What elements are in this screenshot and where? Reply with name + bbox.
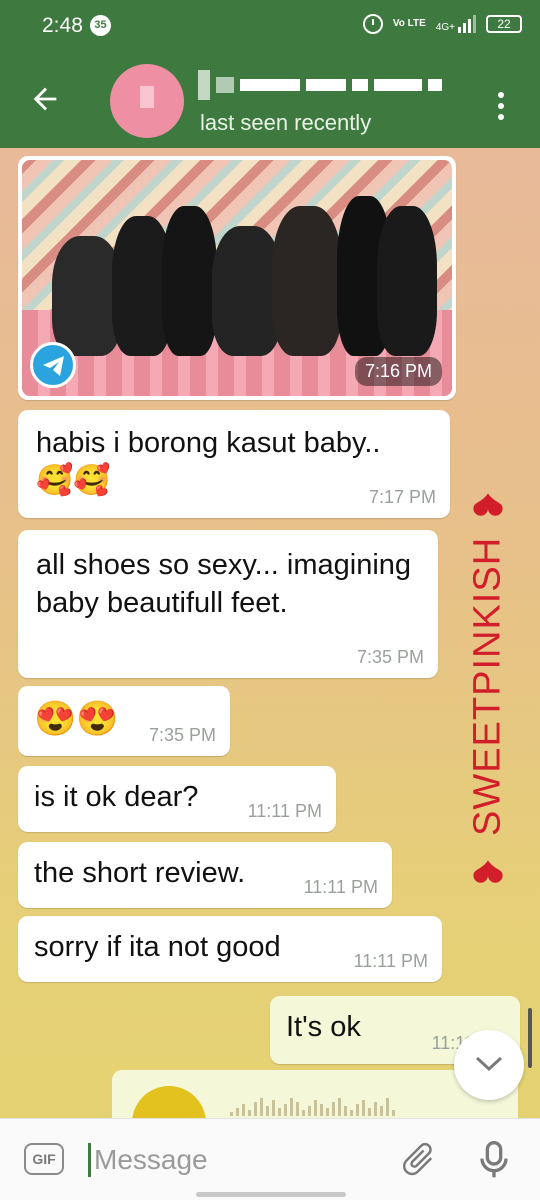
back-arrow-icon[interactable] — [28, 82, 62, 116]
gif-button[interactable]: GIF — [24, 1143, 64, 1175]
contact-avatar[interactable] — [110, 64, 184, 138]
message-bubble[interactable]: the short review. 11:11 PM — [18, 842, 392, 908]
chat-header: last seen recently — [0, 52, 540, 148]
message-time: 7:35 PM — [148, 725, 216, 745]
shoe — [377, 206, 437, 356]
message-time: 11:11 PM — [303, 877, 378, 897]
network-indicator: 4G+ — [436, 15, 476, 33]
message-text: all shoes so sexy... imagining baby beau… — [36, 549, 412, 619]
gesture-nav-bar[interactable] — [196, 1192, 346, 1197]
avatar-blur — [140, 86, 154, 108]
contact-status: last seen recently — [200, 110, 372, 135]
shoes-photo[interactable]: 7:16 PM — [22, 160, 452, 396]
alarm-icon — [362, 14, 383, 34]
signal-icon — [458, 15, 476, 33]
battery-icon: 22 — [486, 15, 522, 33]
status-bar: 2:48 35 Vo LTE 4G+ 22 — [0, 0, 540, 52]
waveform — [230, 1096, 395, 1116]
status-icons: Vo LTE 4G+ 22 — [362, 14, 522, 34]
shoe — [272, 206, 342, 356]
photo-message[interactable]: 7:16 PM — [18, 156, 456, 400]
scrollbar[interactable] — [528, 1008, 532, 1068]
telegram-logo — [30, 342, 76, 388]
message-bubble[interactable]: is it ok dear? 11:11 PM — [18, 766, 336, 832]
heart-icon: ❤ — [466, 479, 510, 527]
message-time: 7:35 PM — [356, 647, 424, 667]
message-bubble[interactable]: sorry if ita not good 11:11 PM — [18, 916, 442, 982]
watermark-text: SWEETPINKISH — [466, 536, 509, 836]
text-cursor — [88, 1143, 91, 1177]
notification-count-badge: 35 — [90, 15, 111, 36]
heart-icon: ❤ — [466, 845, 510, 893]
message-time: 11:11 PM — [247, 801, 322, 821]
message-time: 11:11 PM — [353, 951, 428, 971]
scroll-to-bottom-button[interactable] — [454, 1030, 524, 1100]
message-time: 7:17 PM — [368, 487, 436, 507]
message-time: 7:16 PM — [354, 357, 442, 386]
more-vert-icon[interactable] — [498, 92, 504, 120]
message-bubble[interactable]: all shoes so sexy... imagining baby beau… — [18, 530, 438, 678]
status-time: 2:48 — [42, 14, 83, 37]
attach-icon[interactable] — [398, 1139, 438, 1179]
volte-indicator: Vo LTE — [392, 18, 426, 29]
message-input[interactable] — [94, 1141, 354, 1179]
contact-name-redacted[interactable] — [198, 70, 442, 100]
shoe — [162, 206, 217, 356]
message-list[interactable]: 7:16 PM habis i borong kasut baby.. 🥰🥰 7… — [0, 148, 540, 1118]
sweetpinkish-watermark: ❤ SWEETPINKISH ❤ — [464, 386, 512, 986]
message-bubble[interactable]: 😍😍 7:35 PM — [18, 686, 230, 756]
mic-icon[interactable] — [478, 1139, 510, 1181]
message-bubble[interactable]: habis i borong kasut baby.. 🥰🥰 7:17 PM — [18, 410, 450, 518]
message-input-bar: GIF — [0, 1118, 540, 1200]
chevron-down-icon — [475, 1056, 503, 1072]
message-text: habis i borong kasut baby.. — [36, 427, 381, 459]
play-button[interactable] — [132, 1086, 206, 1120]
network-type: 4G+ — [435, 22, 455, 33]
